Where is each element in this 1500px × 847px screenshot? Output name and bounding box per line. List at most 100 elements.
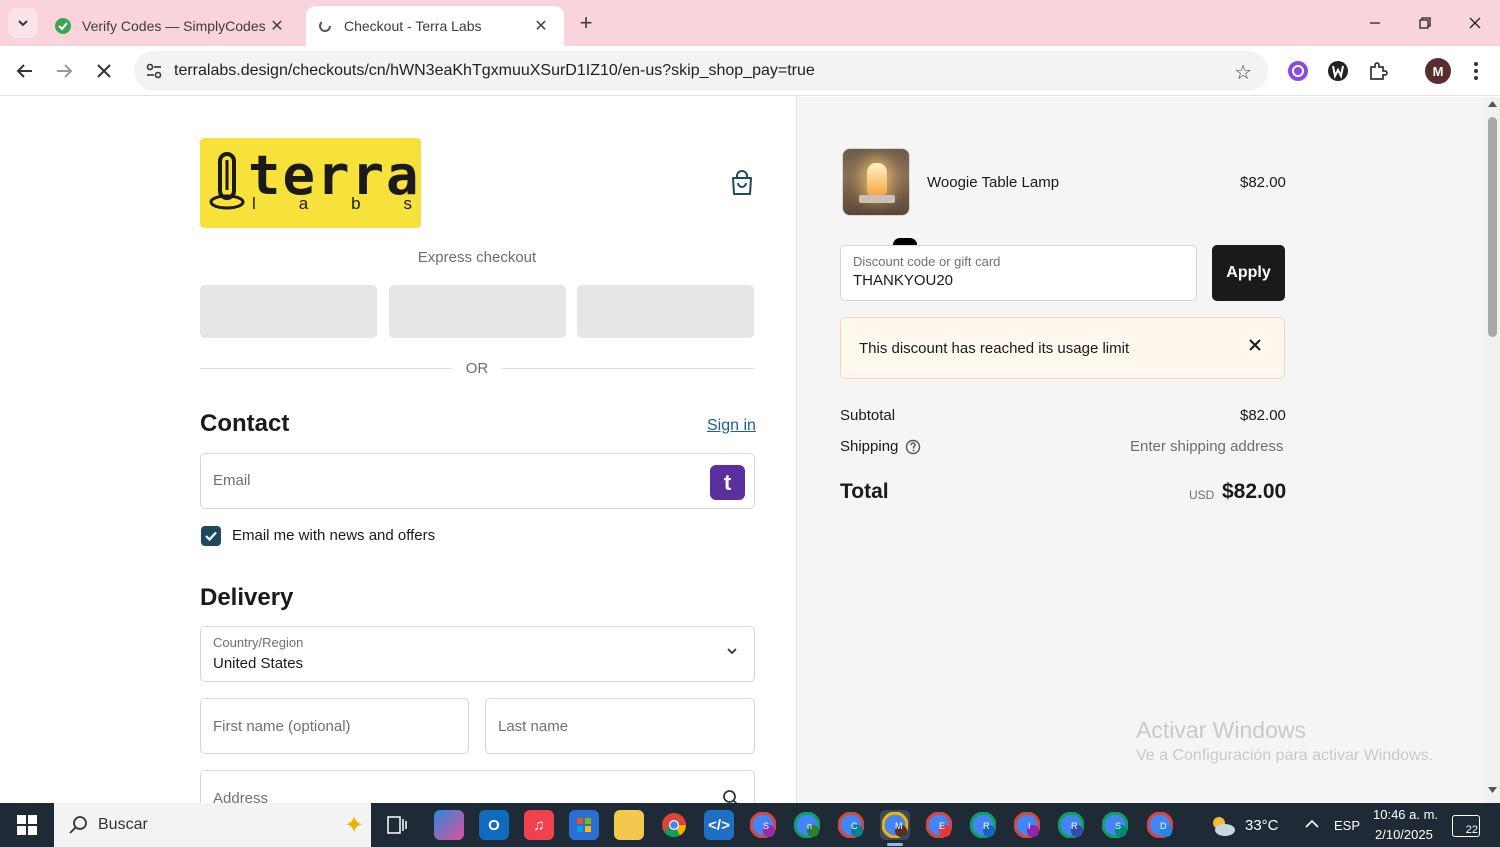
- last-name-placeholder: Last name: [498, 718, 569, 735]
- extension-copilot-icon[interactable]: [1285, 58, 1311, 84]
- search-icon: [69, 816, 87, 834]
- address-bar[interactable]: terralabs.design/checkouts/cn/hWN3eaKhTg…: [134, 51, 1268, 91]
- minimize-button[interactable]: [1350, 0, 1400, 46]
- close-tab-icon[interactable]: ✕: [268, 16, 286, 36]
- scroll-down-arrow-icon[interactable]: [1488, 787, 1497, 794]
- outlook-icon[interactable]: O: [479, 810, 509, 840]
- logo-subtext: l a b s: [252, 194, 412, 213]
- copilot-app-icon[interactable]: [434, 810, 464, 840]
- discount-error-banner: This discount has reached its usage limi…: [840, 317, 1285, 379]
- stop-loading-button[interactable]: [89, 56, 119, 86]
- checkmark-icon: [205, 531, 217, 542]
- divider: [200, 368, 452, 369]
- close-tab-icon[interactable]: ✕: [532, 16, 550, 36]
- country-select[interactable]: Country/Region United States: [200, 626, 755, 682]
- newsletter-checkbox[interactable]: [201, 526, 221, 546]
- close-icon[interactable]: [1246, 336, 1264, 354]
- chrome-profile-i-icon[interactable]: [1012, 810, 1042, 840]
- loading-icon: [316, 17, 334, 35]
- express-checkout-button-2[interactable]: [389, 285, 566, 338]
- email-placeholder: Email: [213, 472, 251, 489]
- help-circle-icon[interactable]: [905, 439, 921, 455]
- total-currency: USD: [1189, 488, 1215, 502]
- chrome-icon[interactable]: [659, 810, 689, 840]
- subtotal-label: Subtotal: [840, 407, 896, 424]
- copilot-sparkle-icon: ✦: [344, 812, 365, 839]
- first-name-field[interactable]: First name (optional): [200, 698, 469, 754]
- last-name-field[interactable]: Last name: [485, 698, 755, 754]
- url-text: terralabs.design/checkouts/cn/hWN3eaKhTg…: [174, 62, 815, 79]
- task-view-icon[interactable]: [382, 810, 412, 840]
- close-window-button[interactable]: [1450, 0, 1500, 46]
- restore-button[interactable]: [1400, 0, 1450, 46]
- search-label: Buscar: [98, 816, 148, 833]
- browser-menu-icon[interactable]: [1463, 58, 1489, 84]
- chevron-down-icon: [18, 20, 28, 27]
- product-thumbnail: [842, 148, 910, 216]
- scrollbar-thumb[interactable]: [1488, 117, 1497, 337]
- terra-labs-logo[interactable]: terra l a b s: [200, 138, 421, 228]
- shop-pay-badge-icon[interactable]: t: [710, 465, 745, 500]
- bookmark-star-icon[interactable]: ☆: [1234, 60, 1252, 85]
- profile-avatar[interactable]: M: [1425, 58, 1451, 84]
- country-label: Country/Region: [213, 635, 304, 650]
- taskbar-search[interactable]: Buscar ✦: [54, 803, 371, 847]
- forward-button[interactable]: [49, 56, 79, 86]
- contact-heading: Contact: [200, 410, 290, 437]
- close-icon: [1469, 17, 1481, 29]
- activation-watermark-title: Activar Windows: [1136, 717, 1306, 743]
- lamp-base-image: [859, 195, 895, 203]
- discount-code-field[interactable]: Discount code or gift card THANKYOU20: [840, 245, 1197, 301]
- scroll-up-arrow-icon[interactable]: [1488, 100, 1497, 107]
- product-price: $82.00: [1240, 174, 1286, 191]
- express-checkout-button-3[interactable]: [577, 285, 754, 338]
- windows-logo-icon: [17, 815, 37, 835]
- checkout-main-column: terra l a b s Express checkout OR Contac…: [0, 97, 797, 803]
- first-name-placeholder: First name (optional): [213, 718, 351, 735]
- express-checkout-button-1[interactable]: [200, 285, 377, 338]
- site-settings-icon[interactable]: [144, 61, 164, 81]
- notification-center-icon[interactable]: 22: [1452, 815, 1480, 837]
- discount-label: Discount code or gift card: [853, 254, 1001, 269]
- extension-honey-icon[interactable]: [1325, 58, 1351, 84]
- extensions-puzzle-icon[interactable]: [1365, 58, 1391, 84]
- start-button[interactable]: [0, 803, 54, 847]
- minimize-icon: [1370, 22, 1380, 24]
- itunes-icon[interactable]: ♫: [524, 810, 554, 840]
- delivery-heading: Delivery: [200, 584, 294, 611]
- shipping-value: Enter shipping address: [1130, 438, 1284, 455]
- email-field[interactable]: Email t: [200, 453, 755, 509]
- lamp-image: [867, 163, 887, 195]
- clock-time[interactable]: 10:46 a. m.: [1373, 807, 1438, 822]
- arrow-right-icon: [57, 64, 73, 78]
- shipping-label: Shipping: [840, 438, 899, 455]
- microsoft-store-icon[interactable]: [569, 810, 599, 840]
- apply-discount-button[interactable]: Apply: [1212, 245, 1285, 301]
- shopping-bag-icon[interactable]: [729, 169, 755, 197]
- search-icon: [723, 790, 738, 803]
- tab-checkout[interactable]: Checkout - Terra Labs ✕: [306, 6, 564, 46]
- temperature-label[interactable]: 33°C: [1245, 817, 1279, 834]
- clock-date[interactable]: 2/10/2025: [1375, 827, 1433, 842]
- or-divider-label: OR: [465, 360, 489, 377]
- tab-simplycodes[interactable]: Verify Codes — SimplyCodes ✕: [46, 6, 300, 46]
- tab-strip: Verify Codes — SimplyCodes ✕ Checkout - …: [0, 0, 1500, 46]
- chevron-up-icon[interactable]: [1305, 819, 1319, 829]
- weather-icon[interactable]: [1208, 811, 1238, 841]
- newsletter-label: Email me with news and offers: [232, 527, 436, 544]
- page-scrollbar[interactable]: [1485, 97, 1500, 803]
- new-tab-button[interactable]: +: [574, 9, 598, 37]
- file-explorer-icon[interactable]: [614, 810, 644, 840]
- language-indicator[interactable]: ESP: [1334, 818, 1360, 833]
- back-button[interactable]: [10, 56, 40, 86]
- tab-search-button[interactable]: [8, 8, 38, 38]
- address-field[interactable]: Address: [200, 770, 755, 803]
- vscode-icon[interactable]: </>: [704, 810, 734, 840]
- total-label: Total: [840, 480, 889, 503]
- tab-title: Checkout - Terra Labs: [344, 18, 482, 34]
- simplycodes-icon: [54, 17, 72, 35]
- checkout-page: terra l a b s Express checkout OR Contac…: [0, 97, 1500, 803]
- sign-in-link[interactable]: Sign in: [707, 417, 756, 435]
- country-value: United States: [213, 655, 304, 672]
- tab-title: Verify Codes — SimplyCodes: [82, 18, 266, 34]
